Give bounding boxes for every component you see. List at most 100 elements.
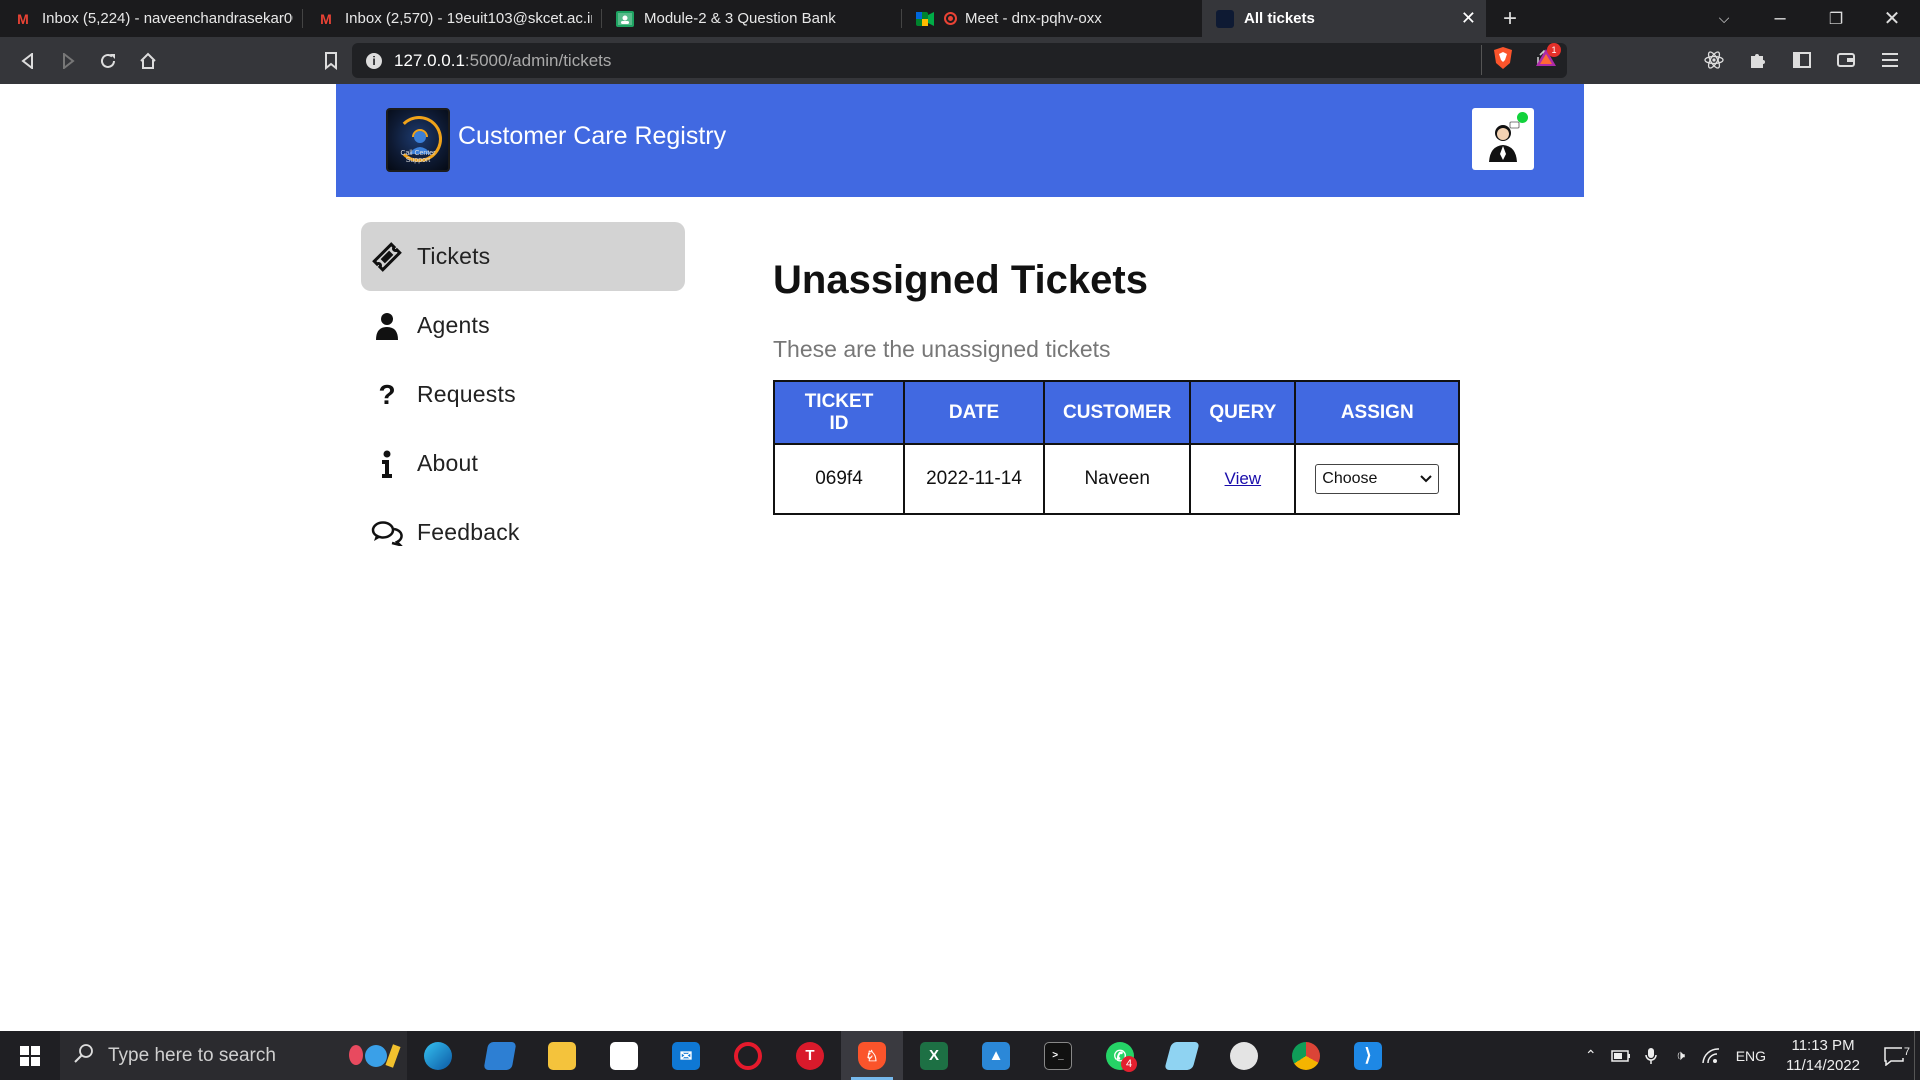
column-header-assign: ASSIGN [1294,380,1461,445]
user-avatar[interactable] [1472,108,1534,170]
windows-taskbar: Type here to search ✉ T ♘ X ▲ >_ ✆ 4 ⟩ ⌃… [0,1031,1920,1080]
sidebar-item-label: About [417,450,479,476]
browser-tab-meet[interactable]: Meet - dnx-pqhv-oxx [902,0,1202,37]
taskbar-opera-icon[interactable] [717,1031,779,1080]
url-host: 127.0.0.1 [394,50,465,70]
clock-date: 11/14/2022 [1786,1056,1860,1074]
restore-window-button[interactable]: ❐ [1808,0,1864,37]
chevron-up-icon[interactable]: ⌃ [1576,1047,1606,1064]
agent-avatar-icon [1489,121,1520,162]
tab-title: Meet - dnx-pqhv-oxx [965,10,1102,27]
app-favicon-icon [1216,9,1234,28]
info-icon[interactable]: i [366,52,382,69]
browser-tab-gmail-1[interactable]: M Inbox (5,224) - naveenchandrasekar00 [0,0,303,37]
menu-hamburger-icon[interactable] [1870,40,1910,80]
browser-tab-all-tickets[interactable]: All tickets ✕ [1202,0,1486,37]
brave-rewards-icon[interactable]: 1 [1534,43,1561,73]
page-subtitle: These are the unassigned tickets [773,336,1111,362]
clock-time: 11:13 PM [1791,1036,1855,1054]
taskbar-photos-icon[interactable]: ▲ [965,1031,1027,1080]
table-row: 069f4 2022-11-14 Naveen View Choose [773,443,1461,515]
sidebar-toggle-icon[interactable] [1782,40,1822,80]
notifications-icon[interactable]: 7 [1874,1045,1914,1066]
new-tab-button[interactable]: + [1486,0,1534,37]
online-status-dot [1517,112,1528,123]
taskbar-file-explorer-icon[interactable] [531,1031,593,1080]
taskbar-terminal-icon[interactable]: >_ [1027,1031,1089,1080]
taskbar-notepad-icon[interactable] [1151,1031,1213,1080]
volume-icon[interactable]: 🕩 [1666,1047,1696,1064]
date-cell: 2022-11-14 [903,443,1045,515]
user-icon [367,306,407,346]
assign-agent-select[interactable]: Choose [1315,464,1440,494]
taskbar-excel-icon[interactable]: X [903,1031,965,1080]
wallet-icon[interactable] [1826,40,1866,80]
meet-icon [916,10,934,28]
reload-button[interactable] [88,41,128,81]
taskbar-paint-icon[interactable] [1213,1031,1275,1080]
browser-tab-strip: M Inbox (5,224) - naveenchandrasekar00 M… [0,0,1920,37]
show-desktop-button[interactable] [1914,1031,1920,1080]
extensions-puzzle-icon[interactable] [1738,40,1778,80]
classroom-icon [616,10,634,28]
app-header: Call Center Support Customer Care Regist… [336,84,1584,197]
assign-cell: Choose [1294,443,1461,515]
forward-button[interactable] [48,41,88,81]
sidebar-item-about[interactable]: About [361,429,685,498]
taskbar-mail-icon[interactable]: ✉ [655,1031,717,1080]
taskbar-brave-icon[interactable]: ♘ [841,1031,903,1080]
comments-icon [367,513,407,553]
tickets-table: TICKET ID DATE CUSTOMER QUERY ASSIGN 069… [773,380,1461,515]
windows-logo-icon [20,1045,40,1066]
question-icon: ? [378,378,396,410]
sidebar-item-tickets[interactable]: Tickets [361,222,685,291]
taskbar-search-box[interactable]: Type here to search [60,1031,407,1080]
tab-title: Module-2 & 3 Question Bank [644,10,836,27]
sidebar-item-requests[interactable]: ? Requests [361,360,685,429]
start-button[interactable] [0,1031,60,1080]
ticket-id-cell: 069f4 [773,443,905,515]
taskbar-edge-icon[interactable] [407,1031,469,1080]
home-button[interactable] [128,41,168,81]
taskbar-screen-icon[interactable] [469,1031,531,1080]
view-query-link[interactable]: View [1225,469,1262,488]
brave-shields-icon[interactable] [1492,46,1514,75]
page-title: Unassigned Tickets [773,258,1148,302]
bookmark-icon[interactable] [311,41,351,81]
system-tray: ⌃ 🕩 ENG 11:13 PM 11/14/2022 7 [1576,1031,1920,1080]
taskbar-chrome-icon[interactable] [1275,1031,1337,1080]
close-tab-icon[interactable]: ✕ [1461,8,1476,29]
ticket-icon [367,237,407,277]
tab-search-chevron-icon[interactable]: ⌵ [1696,0,1752,37]
microphone-icon[interactable] [1636,1047,1666,1065]
tab-title: Inbox (5,224) - naveenchandrasekar00 [42,10,293,27]
brand-title[interactable]: Customer Care Registry [458,122,726,151]
app-logo[interactable]: Call Center Support [386,108,450,172]
browser-toolbar: i 127.0.0.1:5000/admin/tickets 1 [0,37,1920,84]
battery-icon[interactable] [1606,1049,1636,1062]
taskbar-t-app-icon[interactable]: T [779,1031,841,1080]
chevron-down-icon [1420,470,1432,488]
browser-tab-classroom[interactable]: Module-2 & 3 Question Bank [602,0,902,37]
taskbar-vscode-icon[interactable]: ⟩ [1337,1031,1399,1080]
customer-cell: Naveen [1042,443,1192,515]
info-icon [367,444,407,484]
wifi-icon[interactable] [1696,1047,1726,1064]
recording-dot-icon [944,12,957,25]
browser-tab-gmail-2[interactable]: M Inbox (2,570) - 19euit103@skcet.ac.in [303,0,602,37]
address-bar[interactable]: i 127.0.0.1:5000/admin/tickets [352,43,1567,78]
taskbar-store-icon[interactable] [593,1031,655,1080]
taskbar-clock[interactable]: 11:13 PM 11/14/2022 [1786,1036,1860,1076]
sidebar-item-agents[interactable]: Agents [361,291,685,360]
language-indicator[interactable]: ENG [1736,1048,1766,1064]
rewards-badge: 1 [1547,43,1561,57]
taskbar-whatsapp-icon[interactable]: ✆ 4 [1089,1031,1151,1080]
whatsapp-badge: 4 [1121,1056,1137,1072]
react-devtools-icon[interactable] [1694,40,1734,80]
close-window-button[interactable]: ✕ [1864,0,1920,37]
minimize-window-button[interactable]: – [1752,0,1808,37]
tab-title: Inbox (2,570) - 19euit103@skcet.ac.in [345,10,592,27]
sidebar-item-feedback[interactable]: Feedback [361,498,685,567]
notifications-count: 7 [1901,1045,1912,1058]
back-button[interactable] [8,41,48,81]
